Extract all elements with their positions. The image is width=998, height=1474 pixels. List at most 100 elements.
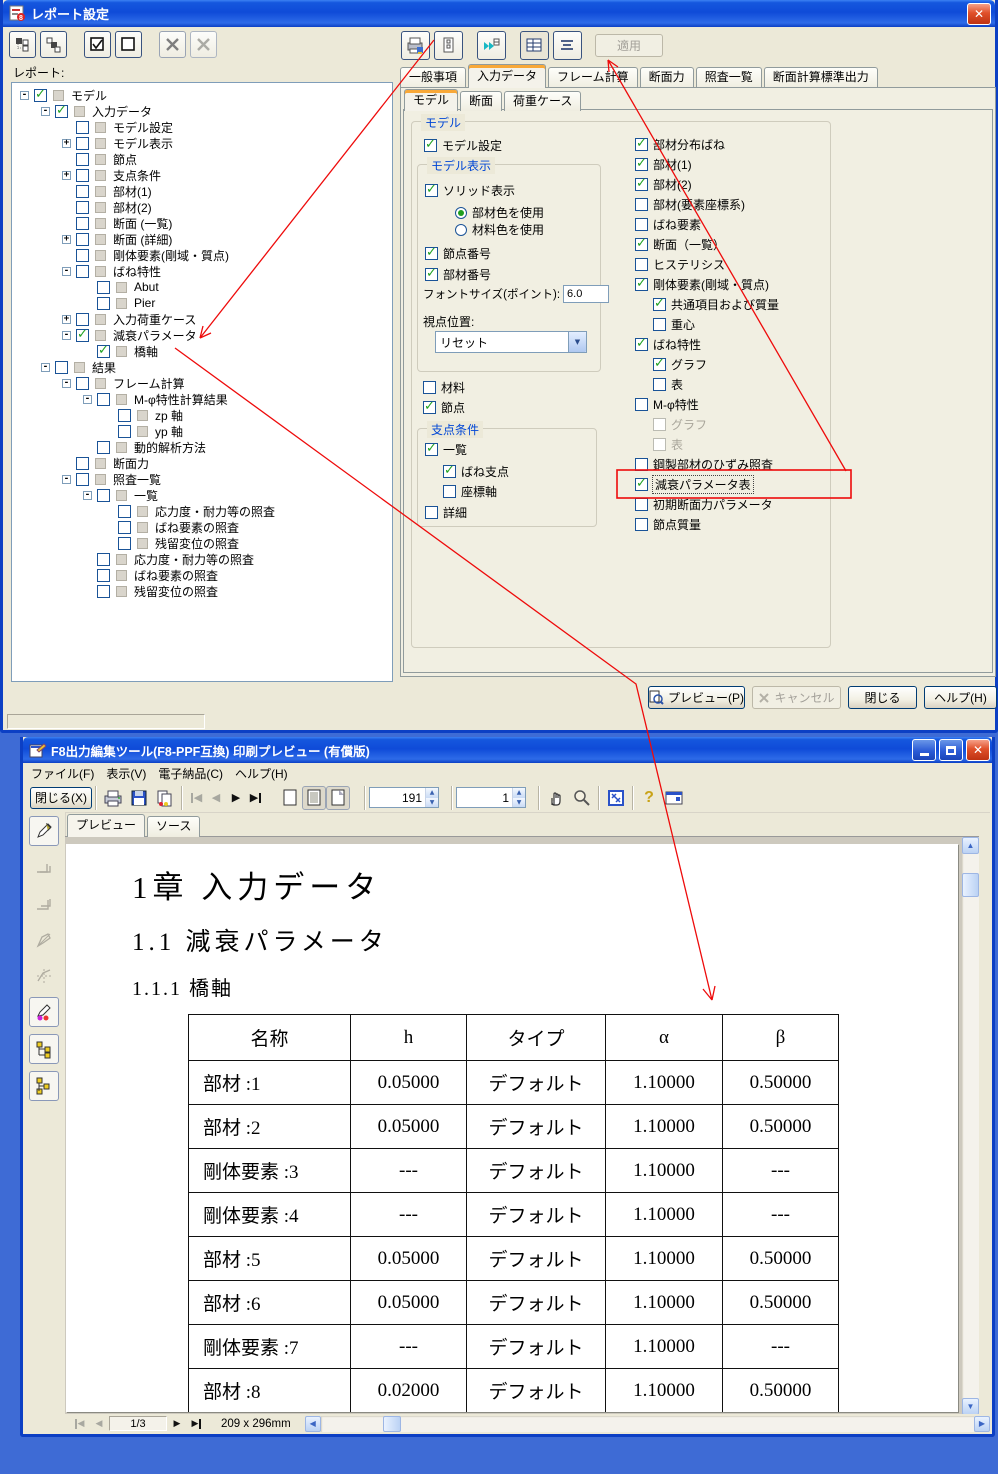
page-setup-icon[interactable] — [434, 31, 463, 60]
checkbox[interactable] — [635, 197, 648, 211]
tree-checkbox[interactable] — [118, 408, 131, 422]
scroll-right-icon[interactable] — [974, 1415, 990, 1432]
expand-icon[interactable]: + — [62, 138, 71, 148]
tab-preview[interactable]: プレビュー — [67, 814, 146, 837]
tree-item[interactable]: - M-φ特性計算結果 — [16, 391, 392, 407]
about-icon[interactable] — [661, 786, 687, 810]
tree-item[interactable]: モデル設定 — [16, 119, 392, 135]
checkbox[interactable] — [635, 236, 648, 251]
tree-checkbox[interactable] — [97, 296, 110, 310]
checkbox[interactable] — [425, 266, 438, 281]
scrollbar-thumb[interactable] — [962, 873, 979, 897]
checkbox[interactable] — [443, 485, 456, 498]
checkbox[interactable] — [425, 506, 438, 519]
tree-checkbox[interactable] — [55, 103, 68, 118]
tree-checkbox[interactable] — [97, 280, 110, 294]
status-last-page-icon[interactable] — [187, 1416, 207, 1432]
tree-item[interactable]: - 結果 — [16, 359, 392, 375]
spin-up-icon[interactable] — [513, 788, 525, 798]
tree-item[interactable]: 残留変位の照査 — [16, 535, 392, 551]
expand-icon[interactable]: + — [62, 234, 71, 244]
preview-button[interactable]: プレビュー(P) — [648, 686, 745, 709]
fit-page-icon[interactable] — [603, 786, 629, 810]
tree-checkbox[interactable] — [34, 87, 47, 102]
print-preview-icon[interactable] — [401, 31, 430, 60]
tree-item[interactable]: 応力度・耐力等の照査 — [16, 551, 392, 567]
checkbox[interactable] — [635, 397, 648, 411]
checkbox[interactable] — [423, 399, 436, 414]
tree-item[interactable]: 断面力 — [16, 455, 392, 471]
spin-up-icon[interactable] — [426, 788, 438, 798]
checkbox[interactable] — [635, 476, 648, 491]
expand-icon[interactable]: + — [62, 170, 71, 180]
checkbox[interactable] — [653, 417, 666, 431]
tree-item[interactable]: 部材(1) — [16, 183, 392, 199]
apply-button[interactable]: 適用 — [595, 34, 663, 57]
page-corner-icon[interactable] — [326, 785, 350, 810]
subtab-load-case[interactable]: 荷重ケース — [504, 91, 582, 111]
checkbox[interactable] — [635, 217, 648, 231]
tree-item[interactable]: 残留変位の照査 — [16, 583, 392, 599]
close-icon[interactable]: ✕ — [966, 739, 990, 761]
tree-checkbox[interactable] — [97, 488, 110, 502]
list-view-icon[interactable] — [553, 31, 582, 60]
tree-checkbox[interactable] — [55, 360, 68, 374]
tree-checkbox[interactable] — [76, 232, 89, 246]
tree-checkbox[interactable] — [118, 424, 131, 438]
checkbox[interactable] — [635, 176, 648, 191]
tab-general[interactable]: 一般事項 — [400, 67, 467, 88]
tree-view2-icon[interactable] — [29, 1071, 59, 1101]
checkbox[interactable] — [425, 245, 438, 260]
uncheck-all-icon[interactable] — [115, 31, 142, 58]
tree-checkbox[interactable] — [118, 504, 131, 518]
checkbox[interactable] — [424, 137, 437, 152]
zoom-input[interactable] — [370, 788, 425, 807]
checkbox[interactable] — [653, 356, 666, 371]
spin-down-icon[interactable] — [513, 797, 525, 807]
scroll-up-icon[interactable]: ▲ — [962, 837, 979, 854]
collapse-icon[interactable]: - — [83, 394, 92, 404]
table-view-icon[interactable] — [520, 31, 549, 60]
collapse-tree-icon[interactable] — [40, 31, 67, 58]
collapse-icon[interactable]: - — [83, 490, 92, 500]
close-preview-button[interactable]: 閉じる(X) — [30, 786, 92, 809]
radio-button[interactable] — [455, 223, 467, 236]
edit-colors-icon[interactable] — [29, 997, 59, 1027]
collapse-icon[interactable]: - — [62, 378, 71, 388]
check-all-icon[interactable] — [84, 31, 111, 58]
tree-checkbox[interactable] — [76, 168, 89, 182]
pen-icon[interactable] — [29, 816, 59, 846]
tree-checkbox[interactable] — [97, 392, 110, 406]
menu-view[interactable]: 表示(V) — [100, 763, 152, 784]
menu-file[interactable]: ファイル(F) — [25, 763, 100, 784]
tree-item[interactable]: - 減衰パラメータ — [16, 327, 392, 343]
scrollbar-thumb[interactable] — [382, 1415, 401, 1432]
tree-item[interactable]: + モデル表示 — [16, 135, 392, 151]
tree-checkbox[interactable] — [76, 184, 89, 198]
status-next-page-icon[interactable] — [167, 1416, 187, 1432]
tree-item[interactable]: yp 軸 — [16, 423, 392, 439]
tree-checkbox[interactable] — [97, 552, 110, 566]
page-spinner[interactable] — [456, 787, 526, 808]
horizontal-scrollbar[interactable] — [320, 1415, 974, 1432]
tree-checkbox[interactable] — [76, 136, 89, 150]
status-first-page-icon[interactable] — [69, 1416, 89, 1432]
subtab-model[interactable]: モデル — [404, 89, 459, 111]
tree-checkbox[interactable] — [76, 152, 89, 166]
tree-item[interactable]: 断面 (一覧) — [16, 215, 392, 231]
collapse-icon[interactable]: - — [62, 474, 71, 484]
tree-checkbox[interactable] — [97, 584, 110, 598]
menu-edelivery[interactable]: 電子納品(C) — [152, 763, 229, 784]
checkbox[interactable] — [635, 276, 648, 291]
tab-section-force[interactable]: 断面力 — [639, 67, 694, 88]
expand-tree-icon[interactable] — [9, 31, 36, 58]
collapse-icon[interactable]: - — [41, 106, 50, 116]
checkbox[interactable] — [425, 441, 438, 456]
two-page-icon[interactable] — [302, 785, 326, 810]
checkbox[interactable] — [653, 377, 666, 391]
checkbox[interactable] — [635, 517, 648, 531]
tree-item[interactable]: + 断面 (詳細) — [16, 231, 392, 247]
close-button[interactable]: 閉じる — [848, 686, 917, 709]
tree-item[interactable]: 節点 — [16, 151, 392, 167]
tree-checkbox[interactable] — [118, 536, 131, 550]
